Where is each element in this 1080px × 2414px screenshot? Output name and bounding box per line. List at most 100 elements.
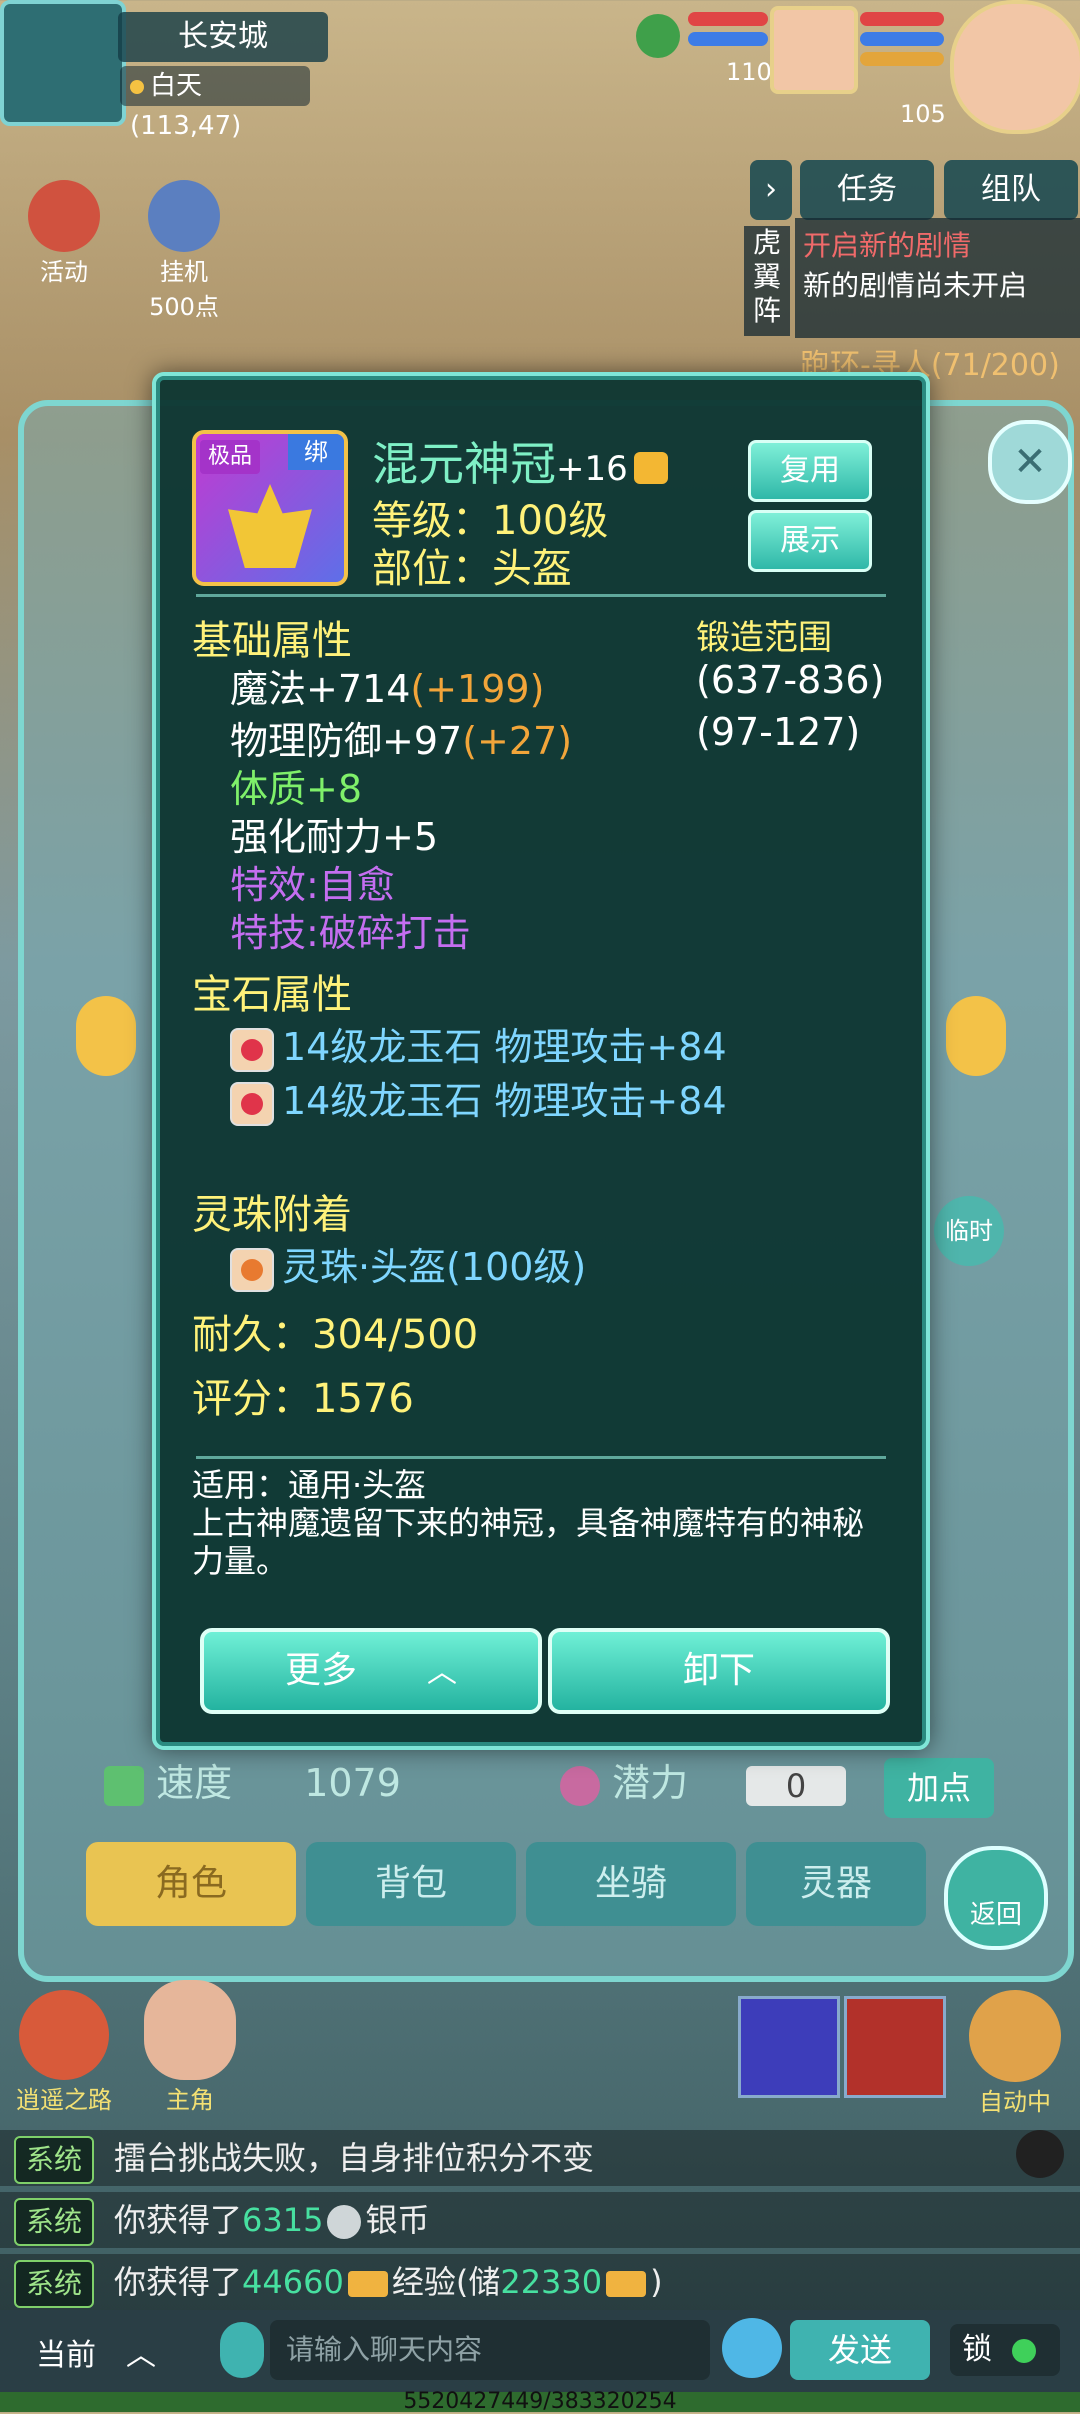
gem-row-2: 14级龙玉石 物理攻击+84 [230,1070,727,1126]
xiaoyao-road-button[interactable]: 逍遥之路 [14,1990,114,2115]
minimap[interactable] [0,0,126,126]
send-button[interactable]: 发送 [790,2320,930,2380]
back-label: 返回 [969,1900,1022,1930]
pet-level: 110 [726,58,772,86]
chat-text: 银币 [365,2201,430,2239]
tiger-wing-formation[interactable]: 虎翼阵 [744,226,790,336]
more-button[interactable]: 更多 ︿ [200,1628,542,1714]
prev-arrow-icon[interactable] [76,996,136,1076]
chat-text: 你获得了 [114,2263,243,2301]
magic-range: (637-836) [696,658,885,702]
gem-row-1: 14级龙玉石 物理攻击+84 [230,1016,727,1072]
orb-icon [230,1247,274,1292]
gem-1-text: 14级龙玉石 物理攻击+84 [282,1025,727,1069]
attr-constitution: 体质+8 [230,767,363,811]
speed-label: 速度 [156,1761,233,1805]
chat-number: 44660 [242,2263,344,2301]
tab-mount[interactable]: 坐骑 [526,1842,736,1926]
afk-points: 500点 [149,293,219,321]
bound-badge: 绑 [288,434,344,470]
activity-button[interactable]: 活动 [24,180,104,287]
afk-button[interactable]: 挂机 500点 [134,180,234,322]
durability: 耐久：304/500 [192,1312,479,1358]
player-mp-bar [860,32,944,46]
gem-2-text: 14级龙玉石 物理攻击+84 [282,1079,727,1123]
attr-special-skill: 特技:破碎打击 [230,911,471,955]
potential-label: 潜力 [612,1761,689,1805]
add-point-button[interactable]: 加点 [884,1758,994,1818]
hero-label: 主角 [166,2086,214,2114]
lock-icon[interactable] [633,451,668,484]
tab-spirit-artifact[interactable]: 灵器 [746,1842,926,1926]
chat-text: 经验(储 [391,2263,501,2301]
hero-button[interactable]: 主角 [140,1980,240,2115]
orb-text: 灵珠·头盔(100级) [282,1245,587,1289]
magic-value: 魔法+714 [230,667,411,711]
item-detail-modal: 极品 绑 混元神冠+16 等级：100级 部位：头盔 复用 展示 基础属性 锻造… [152,372,930,1750]
pet-portrait[interactable] [770,6,858,94]
emoji-icon[interactable] [722,2318,782,2378]
back-button[interactable]: 返回 [944,1846,1048,1950]
helmet-icon [228,484,312,568]
item-icon: 极品 绑 [192,430,348,586]
pdef-value: 物理防御+97 [230,719,463,763]
chat-input[interactable]: 请输入聊天内容 [270,2320,710,2380]
speed-value: 1079 [304,1761,401,1805]
chat-number: 6315 [242,2201,324,2239]
player-avatar[interactable] [950,0,1080,134]
close-icon[interactable]: ✕ [988,420,1072,504]
chat-text: ) [650,2263,663,2301]
quest-line-1: 开启新的剧情 [803,229,972,262]
city-name: 长安城 [118,12,328,62]
speed-icon [104,1765,144,1806]
skill-slot-1[interactable] [738,1996,840,2098]
tab-character[interactable]: 角色 [86,1842,296,1926]
unequip-button[interactable]: 卸下 [548,1628,890,1714]
afk-icon [148,180,220,252]
pet-mp-bar [688,32,768,46]
chat-line: 系统 擂台挑战失败，自身排位积分不变 [0,2130,1080,2186]
hero-avatar [144,1980,236,2080]
lock-label: 锁 [962,2332,992,2367]
channel-select[interactable]: 当前 ︿ [36,2330,156,2374]
exp-icon [347,2271,388,2297]
auto-battle-button[interactable]: 自动中 [960,1990,1070,2117]
magic-bonus: (+199) [410,667,545,711]
tab-team[interactable]: 组队 [944,160,1078,220]
player-hp-bar [860,12,944,26]
potential-row: 潜力 [560,1752,688,1807]
lock-toggle[interactable]: 锁 [950,2324,1060,2376]
toggle-indicator [1012,2338,1036,2363]
item-name-row: 混元神冠+16 [372,428,668,494]
activity-label: 活动 [40,258,88,286]
item-name: 混元神冠 [372,437,556,491]
player-level: 105 [900,100,946,128]
afk-label: 挂机 [160,258,208,286]
quest-panel[interactable]: 开启新的剧情 新的剧情尚未开启 [795,218,1080,338]
tab-task[interactable]: 任务 [800,160,934,220]
item-description: 上古神魔遗留下来的神冠，具备神魔特有的神秘力量。 [192,1504,865,1580]
tab-bag[interactable]: 背包 [306,1842,516,1926]
gem-icon [230,1081,274,1126]
reuse-button[interactable]: 复用 [748,440,872,502]
quest-toggle-arrow[interactable]: › [750,160,792,220]
silver-coin-icon [327,2205,362,2239]
gem-icon [230,1027,274,1072]
orb-title: 灵珠附着 [192,1192,352,1238]
chat-text: 擂台挑战失败，自身排位积分不变 [114,2139,595,2177]
microphone-icon[interactable] [220,2322,264,2378]
footer-id: 5520427449/383320254 [0,2391,1080,2413]
score: 评分：1576 [192,1376,414,1422]
coord-text: 白天(113,47) [130,71,242,141]
more-label: 更多 [284,1650,357,1691]
skill-slot-2[interactable] [844,1996,946,2098]
quest-line-2: 新的剧情尚未开启 [803,269,1028,302]
exp-icon [606,2271,647,2297]
attr-magic: 魔法+714(+199) [230,658,544,713]
show-button[interactable]: 展示 [748,510,872,572]
pet-hp-bar [688,12,768,26]
next-arrow-icon[interactable] [946,996,1006,1076]
attr-special-effect: 特效:自愈 [230,863,395,907]
enhance-level: +16 [556,449,628,489]
temp-button[interactable]: 临时 [934,1196,1004,1266]
